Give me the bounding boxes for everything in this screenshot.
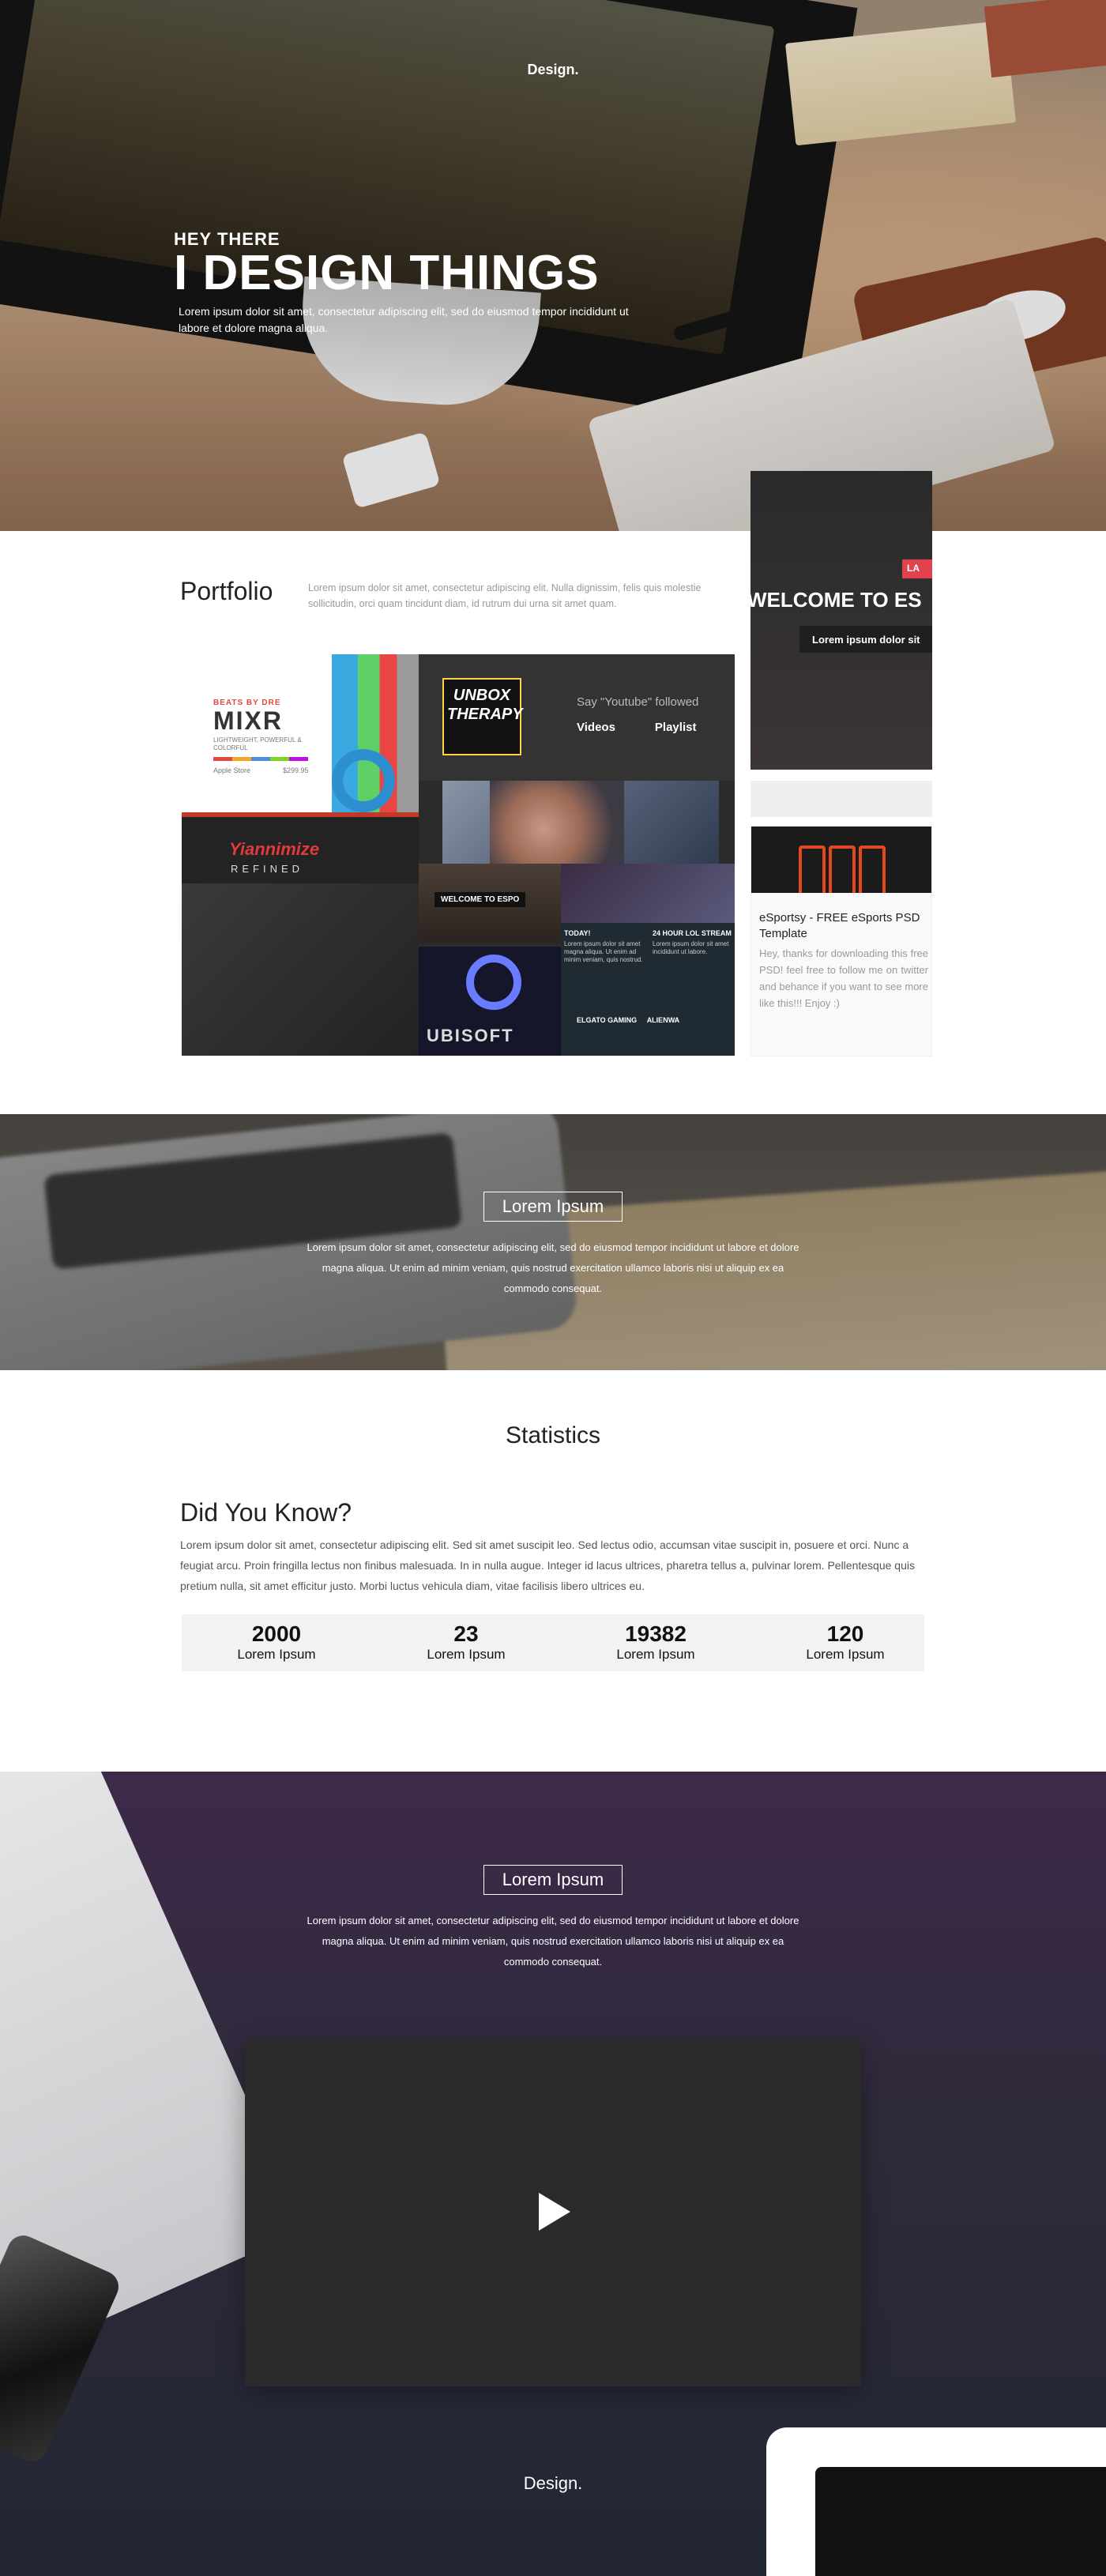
logo-dot: . — [574, 62, 579, 77]
preview-subtitle: Lorem ipsum dolor sit — [799, 626, 932, 653]
hero-description: Lorem ipsum dolor sit amet, consectetur … — [179, 305, 629, 334]
mixr-title: MIXR — [213, 706, 283, 735]
logo-text: Design — [527, 62, 575, 77]
mixr-tile: BEATS BY DRE MIXR LIGHTWEIGHT, POWERFUL … — [182, 654, 332, 812]
ubisoft-logo: UBISOFT — [427, 1026, 514, 1045]
mixr-price: $299.95 — [283, 766, 309, 774]
youtube-nav: Videos Playlist — [577, 721, 735, 734]
red-accent-line — [182, 812, 419, 817]
did-you-know-description: Lorem ipsum dolor sit amet, consectetur … — [180, 1538, 915, 1592]
portfolio-card[interactable]: eSportsy - FREE eSports PSD Template Hey… — [750, 826, 932, 1056]
news-col2-title: 24 HOUR LOL STREAM — [653, 929, 732, 937]
monitor-corner-screen — [815, 2467, 1106, 2576]
youtube-videos-tab: Videos — [577, 721, 615, 734]
portfolio-description: Lorem ipsum dolor sit amet, consectetur … — [308, 582, 702, 609]
yiannimize-tile: Yiannimize REFINED — [182, 812, 419, 883]
preview-welcome: WELCOME TO ES — [750, 588, 922, 612]
video-player[interactable] — [245, 2040, 861, 2386]
ubisoft-swirl-icon — [466, 955, 521, 1010]
band1-description: Lorem ipsum dolor sit amet, consectetur … — [307, 1241, 799, 1294]
stat-value: 2000 — [251, 1621, 302, 1646]
mixr-brand: Apple Store — [213, 766, 251, 774]
headphone-icon — [332, 749, 395, 812]
stats-bar: 2000 Lorem Ipsum 23 Lorem Ipsum 19382 Lo… — [182, 1614, 924, 1671]
news-col1-body: Lorem ipsum dolor sit amet magna aliqua.… — [564, 940, 643, 963]
hero-title: I DESIGN THINGS — [174, 246, 600, 300]
esports-mini-tile: WELCOME TO ESPO — [419, 864, 561, 943]
card-thumbnail — [751, 827, 931, 893]
mixr-color-bar — [213, 757, 308, 761]
news-col1-title: TODAY! — [564, 929, 591, 937]
band2-heading: Lorem Ipsum — [483, 1865, 623, 1895]
footer-logo[interactable]: Design. — [490, 2473, 616, 2494]
did-you-know-title: Did You Know? — [180, 1498, 352, 1527]
site-logo[interactable]: Design. — [521, 62, 585, 78]
welcome-mini-label: WELCOME TO ESPO — [434, 892, 526, 907]
mixr-tagline: LIGHTWEIGHT, POWERFUL & COLORFUL — [213, 736, 302, 751]
stat-value: 19382 — [625, 1621, 687, 1646]
preview-divider — [750, 781, 932, 817]
news-footer: ELGATO GAMING ALIENWA — [577, 1016, 679, 1024]
esports-preview-image[interactable]: LA WELCOME TO ES Lorem ipsum dolor sit — [750, 471, 932, 770]
card-body: Hey, thanks for downloading this free PS… — [759, 947, 928, 1009]
photo-tile — [442, 781, 719, 868]
ubisoft-tile: UBISOFT — [419, 947, 561, 1056]
stat-label: Lorem Ipsum — [427, 1647, 506, 1662]
news-col2-body: Lorem ipsum dolor sit amet incididunt ut… — [653, 940, 729, 955]
glow-shape — [829, 845, 856, 893]
refined-label: REFINED — [231, 863, 304, 875]
news-column-2: 24 HOUR LOL STREAM Lorem ipsum dolor sit… — [653, 929, 732, 956]
youtube-playlists-tab: Playlist — [654, 721, 697, 734]
stat-item: 2000 Lorem Ipsum — [182, 1622, 371, 1663]
unbox-line2: THERAPY — [447, 706, 523, 723]
stat-label: Lorem Ipsum — [806, 1647, 885, 1662]
color-strip-tile — [332, 654, 419, 812]
dark-tile — [182, 883, 419, 1056]
preview-badge: LA — [902, 559, 932, 578]
face-photo — [490, 781, 624, 868]
unbox-line1: UNBOX — [453, 687, 511, 704]
elgato-label: ELGATO GAMING — [577, 1016, 638, 1024]
portfolio-mosaic-image[interactable]: BEATS BY DRE MIXR LIGHTWEIGHT, POWERFUL … — [182, 654, 735, 1056]
stat-item: 19382 Lorem Ipsum — [561, 1622, 750, 1663]
stat-value: 23 — [453, 1621, 479, 1646]
statistics-title: Statistics — [505, 1422, 601, 1448]
card-title: eSportsy - FREE eSports PSD Template — [759, 911, 920, 940]
glow-shape — [859, 845, 886, 893]
alienware-label: ALIENWA — [646, 1016, 680, 1024]
youtube-say-text: Say "Youtube" followed — [577, 695, 699, 709]
glow-shape — [799, 845, 826, 893]
news-tile: TODAY! Lorem ipsum dolor sit amet magna … — [561, 923, 735, 1056]
news-column-1: TODAY! Lorem ipsum dolor sit amet magna … — [564, 929, 643, 964]
portfolio-title: Portfolio — [180, 577, 273, 605]
unbox-therapy-tile: UNBOX THERAPY Say "Youtube" followed Vid… — [419, 654, 735, 781]
stat-item: 120 Lorem Ipsum — [750, 1622, 940, 1663]
band1-heading: Lorem Ipsum — [483, 1192, 623, 1222]
stat-label: Lorem Ipsum — [237, 1647, 316, 1662]
play-icon[interactable] — [539, 2193, 570, 2231]
stat-value: 120 — [826, 1621, 864, 1646]
yiannimize-logo: Yiannimize — [229, 839, 320, 859]
stat-item: 23 Lorem Ipsum — [371, 1622, 561, 1663]
stat-label: Lorem Ipsum — [616, 1647, 695, 1662]
purple-tile — [561, 864, 735, 923]
unbox-therapy-logo: UNBOX THERAPY — [442, 678, 523, 755]
band2-description: Lorem ipsum dolor sit amet, consectetur … — [307, 1915, 799, 1968]
